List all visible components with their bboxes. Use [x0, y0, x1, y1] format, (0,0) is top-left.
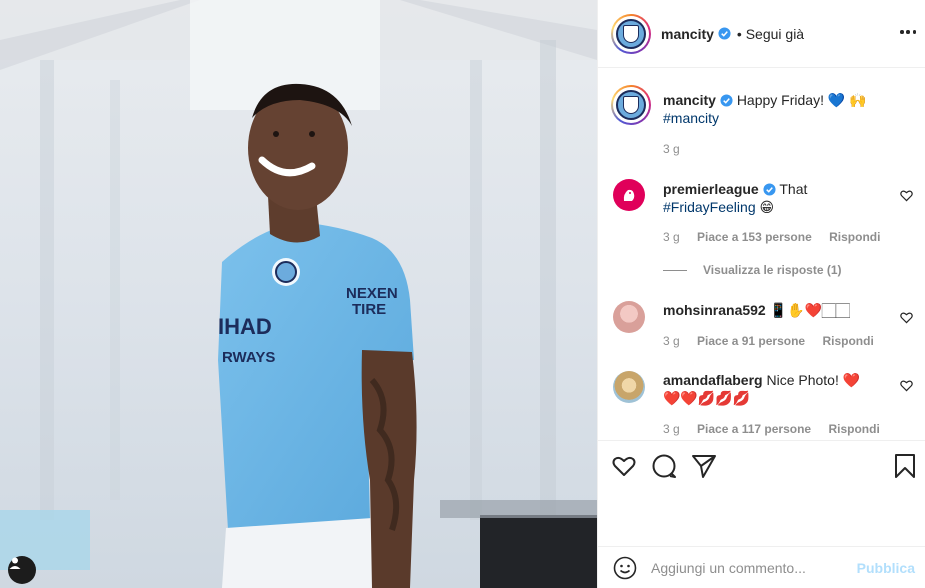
commenter-avatar[interactable]: [613, 179, 645, 211]
caption-hashtag[interactable]: #mancity: [663, 110, 719, 126]
comment-input[interactable]: [651, 559, 841, 576]
comment-username[interactable]: mohsinrana592: [663, 302, 766, 318]
comment-text: premierleague That #FridayFeeling 😁: [663, 180, 888, 216]
reply-button[interactable]: Rispondi: [822, 334, 873, 348]
comment-meta: 3 g Piace a 91 persone Rispondi: [663, 334, 888, 348]
svg-text:TIRE: TIRE: [352, 301, 386, 318]
comment-username[interactable]: premierleague: [663, 181, 759, 197]
comment-hashtag[interactable]: #FridayFeeling: [663, 199, 756, 215]
heart-icon[interactable]: [611, 453, 637, 479]
comment-likes[interactable]: Piace a 91 persone: [697, 334, 805, 348]
paper-plane-icon[interactable]: [691, 453, 717, 479]
replies-divider: [663, 269, 687, 271]
follow-status[interactable]: • Segui già: [737, 26, 804, 42]
avatar[interactable]: [611, 13, 651, 54]
instagram-post: IHAD RWAYS NEXEN TIRE mancity • Segui gi…: [0, 0, 925, 588]
comment-emoji-row: ❤️❤️💋💋💋: [663, 390, 751, 406]
club-crest-icon: [616, 18, 646, 49]
comment-body: That: [779, 181, 808, 197]
more-options-icon[interactable]: [900, 24, 916, 40]
commenter-avatar[interactable]: [613, 301, 645, 333]
view-replies-button[interactable]: Visualizza le risposte (1): [663, 263, 842, 277]
svg-text:RWAYS: RWAYS: [222, 349, 275, 366]
verified-badge-icon: [720, 94, 733, 107]
verified-badge-icon: [763, 183, 776, 196]
club-crest-icon: [616, 90, 646, 120]
comment-likes[interactable]: Piace a 117 persone: [697, 422, 811, 436]
caption-text: mancity Happy Friday! 💙 🙌 #mancity: [663, 91, 888, 127]
comment-like-heart-icon[interactable]: [900, 379, 913, 392]
publish-button[interactable]: Pubblica: [857, 560, 915, 576]
premier-league-lion-icon: [623, 189, 635, 201]
comment-icon[interactable]: [651, 453, 677, 479]
svg-text:IHAD: IHAD: [218, 314, 272, 339]
comment-time: 3 g: [663, 230, 680, 244]
comment-like-heart-icon[interactable]: [900, 311, 913, 324]
comment-emoji: 😁: [759, 199, 775, 215]
bookmark-icon[interactable]: [892, 453, 918, 479]
comment-body: 📱✋❤️🏻🏻: [769, 302, 850, 318]
commenter-avatar[interactable]: [613, 371, 645, 403]
comment-meta: 3 g Piace a 153 persone Rispondi: [663, 230, 894, 244]
comment-text: amandaflaberg Nice Photo! ❤️ ❤️❤️💋💋💋: [663, 371, 888, 407]
add-comment-bar: Pubblica: [598, 546, 925, 588]
comments-list[interactable]: mancity Happy Friday! 💙 🙌 #mancity 3 g p…: [598, 69, 925, 440]
comment-time: 3 g: [663, 334, 680, 348]
comment-likes[interactable]: Piace a 153 persone: [697, 230, 812, 244]
header-username[interactable]: mancity: [661, 26, 714, 42]
reply-button[interactable]: Rispondi: [829, 230, 880, 244]
post-header: mancity • Segui già: [598, 0, 925, 68]
caption-time: 3 g: [663, 142, 680, 156]
caption-avatar[interactable]: [611, 85, 651, 125]
comment-username[interactable]: amandaflaberg: [663, 372, 763, 388]
reply-button[interactable]: Rispondi: [828, 422, 879, 436]
comment-like-heart-icon[interactable]: [900, 189, 913, 202]
user-tag-icon[interactable]: [8, 556, 36, 584]
smiley-icon[interactable]: [613, 556, 637, 580]
verified-badge-icon: [718, 27, 731, 40]
svg-text:NEXEN: NEXEN: [346, 285, 398, 302]
post-side-panel: mancity • Segui già mancity Happy Friday…: [597, 0, 925, 588]
caption-body: Happy Friday! 💙 🙌: [736, 92, 867, 108]
player-photo-illustration: IHAD RWAYS NEXEN TIRE: [0, 0, 597, 588]
comment-body: Nice Photo! ❤️: [766, 372, 861, 388]
post-actions: [598, 440, 925, 550]
comment-text: mohsinrana592 📱✋❤️🏻🏻: [663, 301, 888, 319]
comment-meta: 3 g Piace a 117 persone Rispondi: [663, 422, 894, 436]
post-photo[interactable]: IHAD RWAYS NEXEN TIRE: [0, 0, 597, 588]
comment-time: 3 g: [663, 422, 680, 436]
caption-username[interactable]: mancity: [663, 92, 716, 108]
